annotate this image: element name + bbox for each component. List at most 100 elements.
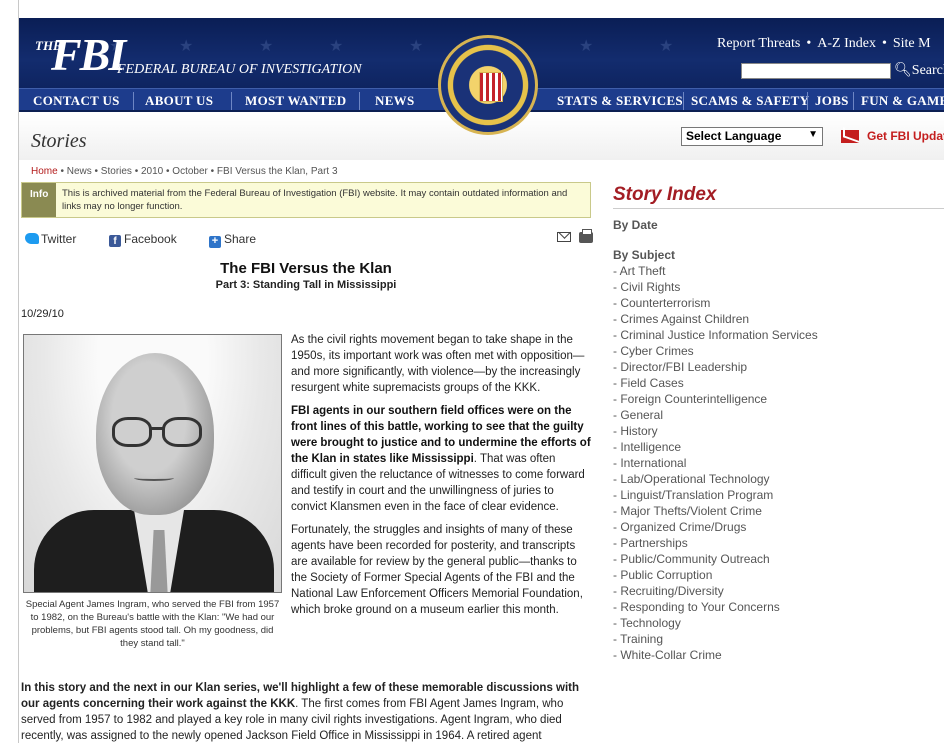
subject-link[interactable]: - Partnerships	[613, 535, 818, 551]
article-date: 10/29/10	[21, 308, 64, 320]
nav-divider	[683, 92, 684, 110]
article-paragraph: Fortunately, the struggles and insights …	[291, 524, 583, 616]
article-subtitle: Part 3: Standing Tall in Mississippi	[215, 279, 397, 291]
nav-most-wanted[interactable]: MOST WANTED	[245, 93, 346, 109]
subject-link[interactable]: - Field Cases	[613, 375, 818, 391]
photo-glasses	[112, 417, 152, 447]
article-paragraph: FBI agents in our southern field offices…	[291, 403, 591, 515]
divider	[613, 208, 944, 209]
nav-divider	[133, 92, 134, 110]
twitter-label: Twitter	[41, 232, 77, 246]
subject-link[interactable]: - Training	[613, 631, 818, 647]
photo-caption: Special Agent James Ingram, who served t…	[25, 599, 280, 649]
star-decoration: ★	[579, 38, 594, 55]
section-title: Stories	[31, 130, 87, 152]
subject-link[interactable]: - Cyber Crimes	[613, 343, 818, 359]
star-decoration: ★	[409, 38, 424, 55]
search-icon: 🔍︎	[894, 63, 912, 78]
archive-notice: Info This is archived material from the …	[21, 182, 591, 218]
info-tag: Info	[22, 183, 56, 217]
email-icon[interactable]	[557, 232, 571, 242]
twitter-share-button[interactable]: Twitter	[25, 232, 76, 246]
subject-link[interactable]: - Responding to Your Concerns	[613, 599, 818, 615]
bullet-separator: •	[806, 36, 812, 51]
facebook-label: Facebook	[124, 232, 177, 246]
site-map-link[interactable]: Site M	[893, 36, 931, 51]
facebook-share-button[interactable]: f Facebook	[109, 232, 177, 247]
nav-fun-games[interactable]: FUN & GAME	[861, 93, 944, 109]
subject-link[interactable]: - Foreign Counterintelligence	[613, 391, 818, 407]
utility-links: Report Threats • A-Z Index • Site M	[717, 36, 937, 52]
article-paragraph: As the civil rights movement began to ta…	[291, 334, 585, 394]
by-subject-heading: By Subject	[613, 248, 676, 262]
subject-link[interactable]: - Civil Rights	[613, 279, 818, 295]
subject-link[interactable]: - Linguist/Translation Program	[613, 487, 818, 503]
nav-scams-safety[interactable]: SCAMS & SAFETY	[691, 93, 809, 109]
fbi-seal-icon	[438, 35, 538, 135]
star-decoration: ★	[329, 38, 344, 55]
article-title: The FBI Versus the Klan	[220, 260, 392, 277]
subject-link[interactable]: - Major Thefts/Violent Crime	[613, 503, 818, 519]
language-select-value: Select Language	[686, 129, 782, 143]
seal-shield	[479, 72, 503, 102]
nav-divider	[853, 92, 854, 110]
get-updates-link[interactable]: Get FBI Update	[867, 129, 944, 143]
nav-news[interactable]: NEWS	[375, 93, 415, 109]
breadcrumb-trail: • News • Stories • 2010 • October • FBI …	[57, 166, 338, 177]
photo-glasses	[162, 417, 202, 447]
photo-glasses-bridge	[151, 427, 163, 430]
subject-link[interactable]: - Criminal Justice Information Services	[613, 327, 818, 343]
print-icon[interactable]	[579, 229, 593, 243]
subject-link[interactable]: - Recruiting/Diversity	[613, 583, 818, 599]
share-label: Share	[224, 232, 257, 246]
by-date-link[interactable]: By Date	[613, 218, 658, 232]
subject-link[interactable]: - Crimes Against Children	[613, 311, 818, 327]
chevron-down-icon: ▼	[808, 129, 818, 140]
article-body: As the civil rights movement began to ta…	[291, 332, 591, 625]
nav-jobs[interactable]: JOBS	[815, 93, 849, 109]
share-toolbar: Twitter f Facebook + Share	[25, 229, 593, 248]
bullet-separator: •	[881, 36, 887, 51]
star-decoration: ★	[259, 38, 274, 55]
subject-link[interactable]: - Counterterrorism	[613, 295, 818, 311]
nav-divider	[231, 92, 232, 110]
subject-link[interactable]: - Public Corruption	[613, 567, 818, 583]
star-decoration: ★	[179, 38, 194, 55]
page: ★ ★ ★ ★ ★ ★ ★ THE FBI FEDERAL BUREAU OF …	[18, 0, 944, 743]
email-updates-icon[interactable]	[841, 130, 859, 143]
photo-mouth	[134, 475, 174, 481]
agent-photo	[23, 334, 282, 593]
subject-link[interactable]: - Art Theft	[613, 263, 818, 279]
search-label: Search	[911, 63, 944, 78]
star-decoration: ★	[659, 38, 674, 55]
language-select[interactable]: Select Language ▼	[681, 127, 823, 146]
nav-divider	[807, 92, 808, 110]
search-button[interactable]: 🔍︎Search	[894, 62, 944, 79]
subject-link[interactable]: - History	[613, 423, 818, 439]
breadcrumb: Home • News • Stories • 2010 • October •…	[31, 166, 338, 177]
plus-share-icon: +	[209, 236, 221, 248]
article-paragraph: In this story and the next in our Klan s…	[21, 680, 591, 743]
subject-link[interactable]: - Director/FBI Leadership	[613, 359, 818, 375]
subject-link[interactable]: - Intelligence	[613, 439, 818, 455]
subject-link[interactable]: - General	[613, 407, 818, 423]
az-index-link[interactable]: A-Z Index	[817, 36, 876, 51]
story-index-title: Story Index	[613, 184, 717, 205]
nav-stats-services[interactable]: STATS & SERVICES	[557, 93, 683, 109]
subject-link[interactable]: - Lab/Operational Technology	[613, 471, 818, 487]
nav-about-us[interactable]: ABOUT US	[145, 93, 213, 109]
search-input[interactable]	[741, 63, 891, 79]
nav-contact-us[interactable]: CONTACT US	[33, 93, 120, 109]
logo-fbi: FBI	[51, 29, 126, 80]
subject-link[interactable]: - White-Collar Crime	[613, 647, 818, 663]
logo-subtitle: FEDERAL BUREAU OF INVESTIGATION	[117, 62, 362, 77]
twitter-icon	[25, 233, 39, 244]
subject-link[interactable]: - Public/Community Outreach	[613, 551, 818, 567]
subject-list: - Art Theft - Civil Rights - Counterterr…	[613, 263, 818, 663]
subject-link[interactable]: - International	[613, 455, 818, 471]
report-threats-link[interactable]: Report Threats	[717, 36, 800, 51]
share-button[interactable]: + Share	[209, 232, 256, 248]
subject-link[interactable]: - Technology	[613, 615, 818, 631]
breadcrumb-home-link[interactable]: Home	[31, 166, 58, 177]
subject-link[interactable]: - Organized Crime/Drugs	[613, 519, 818, 535]
